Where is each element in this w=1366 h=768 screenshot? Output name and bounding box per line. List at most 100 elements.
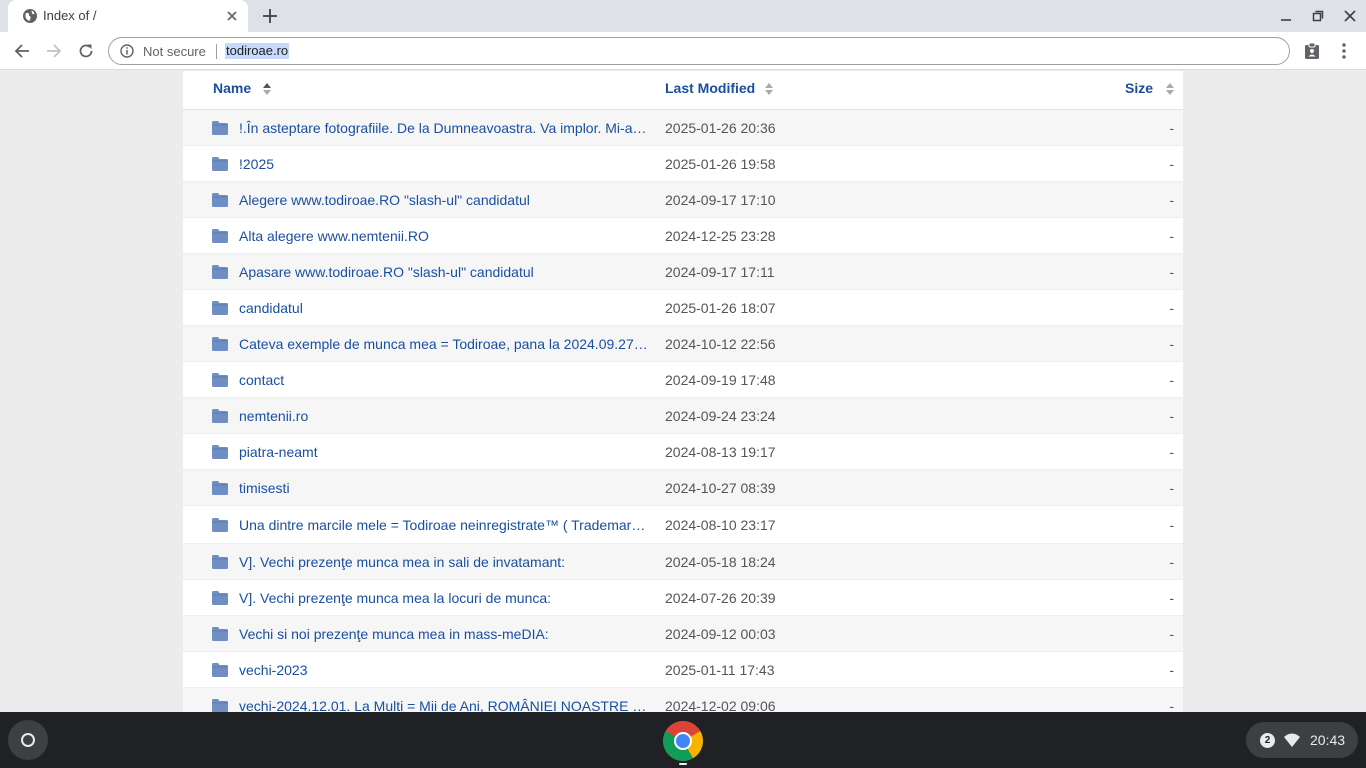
row-size: - — [1169, 517, 1174, 533]
row-size: - — [1169, 372, 1174, 388]
table-row[interactable]: Apasare www.todiroae.RO "slash-ul" candi… — [183, 254, 1183, 290]
table-row[interactable]: !2025 2025-01-26 19:58 - — [183, 146, 1183, 182]
table-row[interactable]: Una dintre marcile mele = Todiroae neinr… — [183, 506, 1183, 544]
back-button[interactable] — [10, 39, 34, 63]
table-row[interactable]: contact 2024-09-19 17:48 - — [183, 362, 1183, 398]
row-size: - — [1169, 626, 1174, 642]
row-name-link[interactable]: timisesti — [239, 480, 649, 497]
chrome-app-icon[interactable] — [662, 720, 704, 762]
clipboard-extension-button[interactable] — [1300, 39, 1324, 63]
reload-icon — [79, 44, 93, 58]
row-name-link[interactable]: Alegere www.todiroae.RO "slash-ul" candi… — [239, 192, 649, 209]
row-name-link[interactable]: V]. Vechi prezenţe munca mea la locuri d… — [239, 590, 649, 607]
close-window-button[interactable] — [1342, 8, 1358, 24]
row-name-link[interactable]: !.În asteptare fotografiile. De la Dumne… — [239, 120, 649, 137]
info-icon[interactable] — [120, 44, 134, 58]
row-last-modified: 2024-09-24 23:24 — [665, 408, 776, 424]
row-last-modified: 2025-01-26 19:58 — [665, 156, 776, 172]
table-row[interactable]: Alta alegere www.nemtenii.RO 2024-12-25 2… — [183, 218, 1183, 254]
row-last-modified: 2024-12-02 09:06 — [665, 698, 776, 712]
launcher-circle-icon — [21, 733, 35, 747]
row-name-link[interactable]: Una dintre marcile mele = Todiroae neinr… — [239, 517, 649, 534]
notification-count-badge: 2 — [1260, 733, 1275, 748]
address-divider — [216, 44, 217, 59]
column-header-last-modified[interactable]: Last Modified — [665, 80, 755, 97]
row-name-link[interactable]: V]. Vechi prezenţe munca mea in sali de … — [239, 554, 649, 571]
table-row[interactable]: piatra-neamt 2024-08-13 19:17 - — [183, 434, 1183, 470]
column-header-size[interactable]: Size — [1125, 80, 1153, 97]
table-row[interactable]: Alegere www.todiroae.RO "slash-ul" candi… — [183, 182, 1183, 218]
tab-strip: Index of / — [0, 0, 1366, 32]
table-row[interactable]: V]. Vechi prezenţe munca mea in sali de … — [183, 544, 1183, 580]
launcher-button[interactable] — [8, 720, 48, 760]
row-name-link[interactable]: Vechi si noi prezenţe munca mea in mass-… — [239, 626, 649, 643]
table-row[interactable]: vechi-2023 2025-01-11 17:43 - — [183, 652, 1183, 688]
sort-icon[interactable] — [263, 83, 271, 95]
tab-index-of[interactable]: Index of / — [8, 0, 248, 32]
row-size: - — [1169, 590, 1174, 606]
status-tray[interactable]: 2 20:43 — [1246, 722, 1358, 758]
row-last-modified: 2024-12-25 23:28 — [665, 228, 776, 244]
row-last-modified: 2024-09-17 17:11 — [665, 264, 775, 280]
row-name-link[interactable]: vechi-2024.12.01. La Multi = Mii de Ani,… — [239, 698, 649, 712]
clock: 20:43 — [1310, 732, 1346, 748]
row-size: - — [1169, 120, 1174, 136]
close-icon — [1344, 10, 1356, 22]
security-label[interactable]: Not secure — [143, 44, 206, 59]
row-size: - — [1169, 156, 1174, 172]
row-name-link[interactable]: Apasare www.todiroae.RO "slash-ul" candi… — [239, 264, 649, 281]
row-name-link[interactable]: piatra-neamt — [239, 444, 649, 461]
folder-icon — [212, 699, 228, 712]
row-name-link[interactable]: Cateva exemple de munca mea = Todiroae, … — [239, 336, 649, 353]
row-last-modified: 2025-01-11 17:43 — [665, 662, 775, 678]
row-name-link[interactable]: candidatul — [239, 300, 649, 317]
row-name-link[interactable]: nemtenii.ro — [239, 408, 649, 425]
page-viewport[interactable]: Name Last Modified Size !.În asteptare f… — [0, 71, 1366, 712]
row-name-link[interactable]: Alta alegere www.nemtenii.RO — [239, 228, 649, 245]
row-size: - — [1169, 480, 1174, 496]
folder-icon — [212, 409, 228, 423]
reload-button[interactable] — [74, 39, 98, 63]
row-name-link[interactable]: vechi-2023 — [239, 662, 649, 679]
row-last-modified: 2024-08-13 19:17 — [665, 444, 776, 460]
restore-button[interactable] — [1310, 8, 1326, 24]
folder-icon — [212, 193, 228, 207]
row-size: - — [1169, 408, 1174, 424]
os-shelf: 2 20:43 — [0, 712, 1366, 768]
row-name-link[interactable]: !2025 — [239, 156, 649, 173]
forward-button[interactable] — [42, 39, 66, 63]
table-row[interactable]: !.În asteptare fotografiile. De la Dumne… — [183, 110, 1183, 146]
folder-icon — [212, 518, 228, 532]
sort-icon[interactable] — [765, 83, 773, 95]
table-row[interactable]: Vechi si noi prezenţe munca mea in mass-… — [183, 616, 1183, 652]
restore-icon — [1312, 10, 1324, 22]
minimize-icon — [1281, 19, 1291, 21]
arrow-left-icon — [14, 44, 29, 58]
folder-icon — [212, 481, 228, 495]
browser-menu-button[interactable] — [1332, 39, 1356, 63]
folder-icon — [212, 373, 228, 387]
sort-icon[interactable] — [1166, 83, 1174, 95]
row-size: - — [1169, 336, 1174, 352]
row-name-link[interactable]: contact — [239, 372, 649, 389]
table-row[interactable]: candidatul 2025-01-26 18:07 - — [183, 290, 1183, 326]
tab-close-icon[interactable] — [224, 8, 240, 24]
table-row[interactable]: Cateva exemple de munca mea = Todiroae, … — [183, 326, 1183, 362]
folder-icon — [212, 157, 228, 171]
column-header-name[interactable]: Name — [213, 80, 251, 97]
folder-icon — [212, 445, 228, 459]
row-last-modified: 2024-10-12 22:56 — [665, 336, 776, 352]
address-bar[interactable]: Not secure todiroae.ro — [108, 37, 1290, 65]
table-row[interactable]: timisesti 2024-10-27 08:39 - — [183, 470, 1183, 506]
url-text[interactable]: todiroae.ro — [225, 43, 290, 59]
row-last-modified: 2024-09-17 17:10 — [665, 192, 776, 208]
table-row[interactable]: vechi-2024.12.01. La Multi = Mii de Ani,… — [183, 688, 1183, 712]
table-row[interactable]: V]. Vechi prezenţe munca mea la locuri d… — [183, 580, 1183, 616]
table-row[interactable]: nemtenii.ro 2024-09-24 23:24 - — [183, 398, 1183, 434]
row-last-modified: 2024-08-10 23:17 — [665, 517, 776, 533]
minimize-button[interactable] — [1278, 8, 1294, 24]
tab-title: Index of / — [43, 8, 97, 23]
folder-icon — [212, 627, 228, 641]
new-tab-button[interactable] — [258, 4, 282, 28]
row-size: - — [1169, 662, 1174, 678]
